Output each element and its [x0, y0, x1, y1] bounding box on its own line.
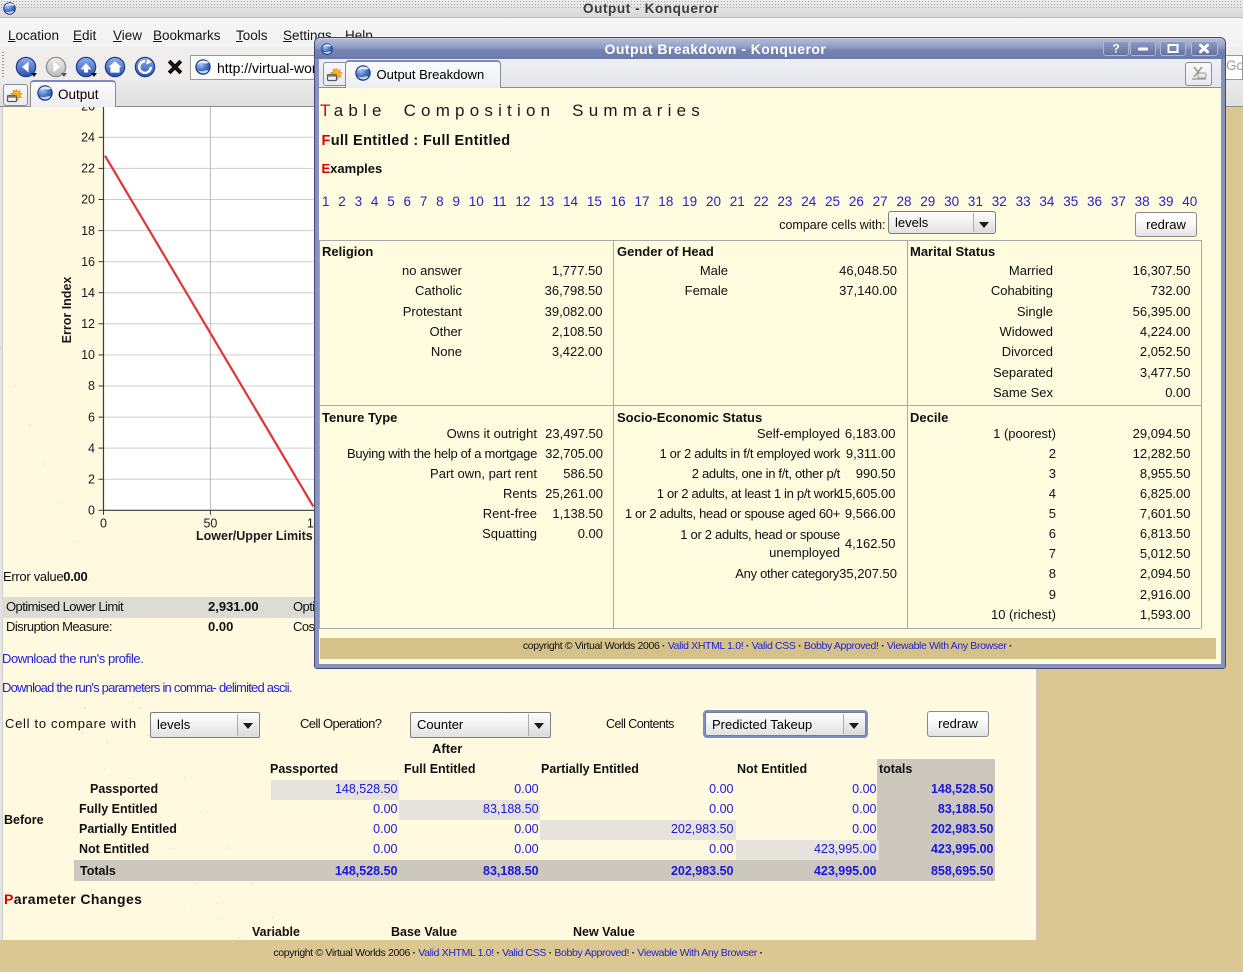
svg-text:16: 16 [81, 255, 95, 269]
svg-text:0: 0 [100, 516, 107, 530]
svg-text:8: 8 [88, 379, 95, 393]
svg-text:24: 24 [81, 131, 95, 145]
svg-text:Error Index: Error Index [60, 277, 74, 344]
svg-text:12: 12 [81, 317, 95, 331]
svg-text:26: 26 [81, 107, 95, 114]
svg-text:4: 4 [88, 441, 95, 455]
svg-text:6: 6 [88, 410, 95, 424]
svg-text:?: ? [1112, 42, 1119, 55]
svg-text:22: 22 [81, 162, 95, 176]
svg-text:2: 2 [88, 472, 95, 486]
svg-text:14: 14 [81, 286, 95, 300]
svg-text:18: 18 [81, 224, 95, 238]
svg-text:10: 10 [81, 348, 95, 362]
svg-text:0: 0 [88, 504, 95, 518]
svg-text:20: 20 [81, 193, 95, 207]
